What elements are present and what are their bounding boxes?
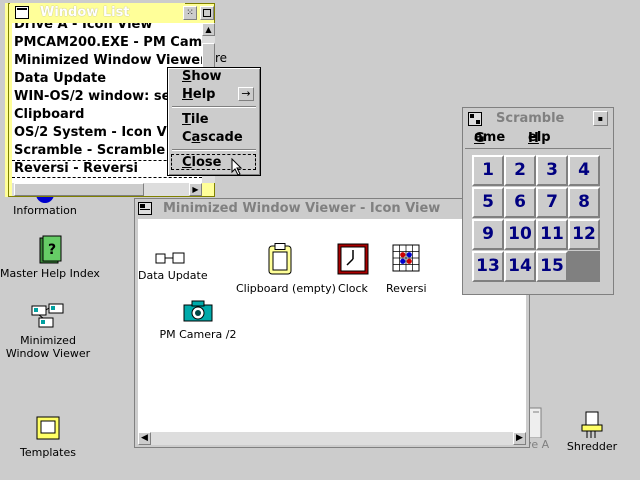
scroll-up-button[interactable]: ▲ xyxy=(202,23,215,36)
minimize-icon[interactable]: ⁙ xyxy=(183,6,197,20)
camera-icon xyxy=(182,299,214,325)
context-menu: Show Help → Tile Cascade Close xyxy=(167,67,261,176)
puzzle-tile[interactable]: 12 xyxy=(568,219,600,250)
desktop-icon-master-help-index[interactable]: ? Master Help Index xyxy=(0,235,100,280)
scramble-menubar: Game Help xyxy=(465,129,611,147)
reversi-icon xyxy=(391,243,421,279)
system-menu-icon[interactable] xyxy=(15,6,29,19)
puzzle-tile[interactable]: 1 xyxy=(472,155,504,186)
viewer-item-pm-camera[interactable]: PM Camera /2 xyxy=(158,299,238,341)
mouse-pointer-icon xyxy=(231,157,243,179)
list-item[interactable]: PMCAM200.EXE - PM Camer xyxy=(12,34,202,52)
viewer-item-label: Data Update xyxy=(138,269,208,282)
menu-item-label: lose xyxy=(191,155,222,170)
viewer-item-label: Clock xyxy=(338,282,368,295)
list-item[interactable]: Drive A - Icon View xyxy=(12,23,202,34)
data-update-icon xyxy=(153,249,187,269)
menu-separator xyxy=(172,106,256,108)
menu-item-label: how xyxy=(191,69,222,84)
scroll-right-button[interactable]: ▶ xyxy=(189,183,202,196)
svg-text:?: ? xyxy=(48,242,56,258)
templates-icon xyxy=(33,414,63,442)
puzzle-tile[interactable]: 4 xyxy=(568,155,600,186)
viewer-item-label: PM Camera /2 xyxy=(159,328,237,341)
mnemonic: C xyxy=(182,155,192,170)
desktop-icon-label: Templates xyxy=(20,446,76,459)
window-list-title: Window List xyxy=(40,5,130,20)
desktop-icon-shredder[interactable]: Shredder xyxy=(562,410,622,453)
puzzle-tile[interactable]: 15 xyxy=(536,251,568,282)
puzzle-tile[interactable]: 2 xyxy=(504,155,536,186)
viewer-item-label: Clipboard (empty) xyxy=(236,282,336,295)
puzzle-tile[interactable]: 9 xyxy=(472,219,504,250)
mnemonic: T xyxy=(182,112,191,127)
viewer-item-reversi[interactable]: Reversi xyxy=(386,243,427,295)
menu-item-label: ile xyxy=(190,112,209,127)
puzzle-tile[interactable]: 11 xyxy=(536,219,568,250)
window-list-horizontal-scrollbar[interactable]: ▶ xyxy=(12,183,202,196)
puzzle-empty-slot[interactable] xyxy=(568,251,600,282)
background-text: re xyxy=(215,51,228,65)
menu-item-cascade[interactable]: Cascade xyxy=(182,130,243,145)
submenu-arrow-icon: → xyxy=(238,87,254,101)
menu-separator xyxy=(172,149,256,151)
menu-item-show[interactable]: Show xyxy=(182,69,222,84)
maximize-icon[interactable] xyxy=(200,6,214,20)
puzzle-tile[interactable]: 8 xyxy=(568,187,600,218)
puzzle-tile[interactable]: 7 xyxy=(536,187,568,218)
viewer-title: Minimized Window Viewer - Icon View xyxy=(163,201,441,216)
menu-game[interactable]: Game xyxy=(474,130,505,146)
puzzle-tile[interactable]: 3 xyxy=(536,155,568,186)
menu-help[interactable]: Help xyxy=(528,130,551,146)
menu-item-close[interactable]: Close xyxy=(182,155,222,170)
window-list-titlebar[interactable]: Window List xyxy=(10,3,185,22)
scramble-title: Scramble xyxy=(496,111,565,126)
mnemonic: H xyxy=(182,87,193,102)
viewer-item-clipboard[interactable]: Clipboard (empty) xyxy=(236,243,336,295)
mnemonic: a xyxy=(191,130,201,145)
desktop-icon-minimized-window-viewer[interactable]: Minimized Window Viewer xyxy=(5,298,91,360)
desktop-icon-label-line2: Window Viewer xyxy=(5,347,91,360)
menubar-divider xyxy=(465,148,611,149)
menu-item-help[interactable]: Help xyxy=(182,87,215,102)
desktop-icon-label-line1: Minimized xyxy=(20,334,76,347)
scramble-window: Scramble ▪ Game Help 1 2 3 4 5 6 7 8 9 10 11 12 13 14… xyxy=(462,107,614,295)
puzzle-tile[interactable]: 13 xyxy=(472,251,504,282)
scramble-titlebar[interactable]: Scramble ▪ xyxy=(465,110,611,128)
puzzle-tile[interactable]: 5 xyxy=(472,187,504,218)
menu-item-tile[interactable]: Tile xyxy=(182,112,209,127)
puzzle-tile[interactable]: 14 xyxy=(504,251,536,282)
shredder-icon xyxy=(578,410,606,440)
puzzle-tile[interactable]: 10 xyxy=(504,219,536,250)
system-menu-icon[interactable] xyxy=(468,112,482,126)
desktop-icon-templates[interactable]: Templates xyxy=(8,414,88,459)
viewer-horizontal-scrollbar[interactable]: ◀ ▶ xyxy=(138,432,526,445)
menu-item-label: scade xyxy=(200,130,243,145)
help-book-icon: ? xyxy=(35,235,63,267)
menu-item-label: elp xyxy=(192,87,216,102)
scroll-left-button[interactable]: ◀ xyxy=(138,432,151,445)
menu-item-label: C xyxy=(182,130,192,145)
mnemonic: S xyxy=(182,69,192,84)
viewer-item-clock[interactable]: Clock xyxy=(334,243,372,295)
scroll-right-button[interactable]: ▶ xyxy=(513,432,526,445)
scroll-thumb[interactable] xyxy=(14,183,144,196)
desktop-icon-label: Information xyxy=(13,204,77,217)
minimized-window-viewer-icon xyxy=(29,298,67,334)
desktop-icon-label: Master Help Index xyxy=(0,267,100,280)
clipboard-icon xyxy=(266,243,294,279)
puzzle-grid: 1 2 3 4 5 6 7 8 9 10 11 12 13 14 15 xyxy=(472,155,602,283)
minimize-icon[interactable]: ▪ xyxy=(593,111,608,126)
puzzle-tile[interactable]: 6 xyxy=(504,187,536,218)
viewer-item-data-update[interactable]: Data Update xyxy=(138,249,208,282)
desktop-icon-label: Shredder xyxy=(566,440,618,453)
viewer-item-label: Reversi xyxy=(386,282,427,295)
system-menu-icon[interactable] xyxy=(138,202,152,215)
clock-icon xyxy=(337,243,369,279)
